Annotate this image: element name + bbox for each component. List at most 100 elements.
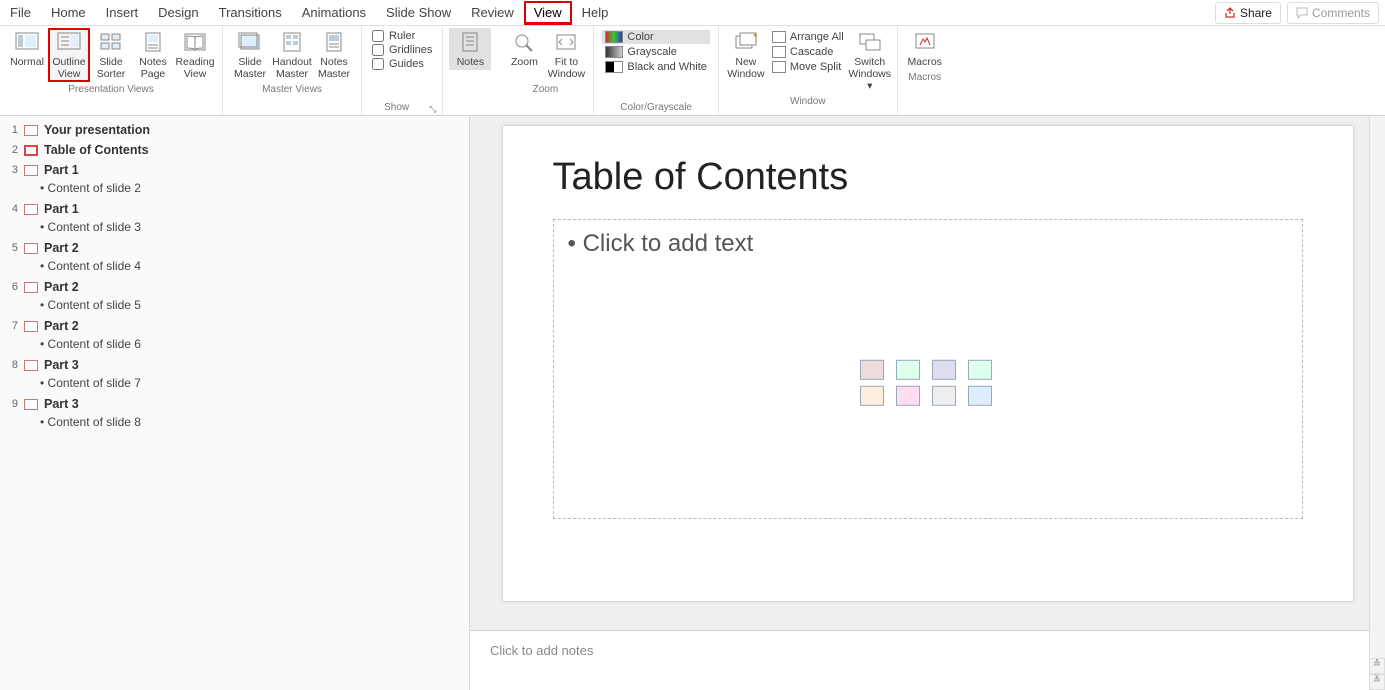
tab-home[interactable]: Home — [41, 1, 96, 24]
slide-sorter-button[interactable]: Slide Sorter — [90, 28, 132, 82]
outline-title: Your presentation — [44, 123, 150, 137]
share-label: Share — [1240, 6, 1272, 20]
zoom-button[interactable]: Zoom — [503, 28, 545, 70]
slide-canvas[interactable]: Table of Contents • Click to add text — [503, 126, 1353, 601]
comments-button[interactable]: Comments — [1287, 2, 1379, 24]
outline-title: Part 2 — [44, 241, 79, 255]
tab-transitions[interactable]: Transitions — [209, 1, 292, 24]
handout-master-button[interactable]: Handout Master — [271, 28, 313, 82]
next-slide-button[interactable]: ≚ — [1369, 674, 1385, 690]
outline-thumb-icon — [24, 321, 38, 332]
slide-title[interactable]: Table of Contents — [553, 156, 1303, 199]
outline-slide-8[interactable]: 8 Part 3 — [0, 355, 469, 375]
share-button[interactable]: Share — [1215, 2, 1281, 24]
notes-toggle-button[interactable]: Notes — [449, 28, 491, 70]
black-white-button[interactable]: Black and White — [602, 60, 709, 74]
insert-icon-icon[interactable] — [968, 386, 992, 406]
outline-bullet[interactable]: • Content of slide 8 — [0, 414, 469, 433]
grayscale-swatch-icon — [605, 46, 623, 58]
reading-view-button[interactable]: Reading View — [174, 28, 216, 82]
prev-slide-button[interactable]: ≙ — [1369, 658, 1385, 674]
insert-picture-icon[interactable] — [860, 386, 884, 406]
normal-view-icon — [13, 30, 41, 54]
color-button[interactable]: Color — [602, 30, 709, 44]
macros-button[interactable]: Macros — [904, 28, 946, 70]
tab-help[interactable]: Help — [572, 1, 619, 24]
normal-view-button[interactable]: Normal — [6, 28, 48, 70]
notes-page-icon — [139, 30, 167, 54]
outline-bullet[interactable]: • Content of slide 5 — [0, 297, 469, 316]
outline-bullet[interactable]: • Content of slide 2 — [0, 180, 469, 199]
insert-chart-icon[interactable] — [896, 360, 920, 380]
fit-to-window-button[interactable]: Fit to Window — [545, 28, 587, 82]
group-label-window: Window — [790, 94, 826, 109]
content-placeholder[interactable]: • Click to add text — [553, 219, 1303, 519]
insert-video-icon[interactable] — [932, 386, 956, 406]
tab-review[interactable]: Review — [461, 1, 524, 24]
slide-sorter-icon — [97, 30, 125, 54]
arrange-all-icon — [772, 31, 786, 43]
outline-thumb-icon — [24, 165, 38, 176]
tab-slideshow[interactable]: Slide Show — [376, 1, 461, 24]
notes-master-button[interactable]: Notes Master — [313, 28, 355, 82]
outline-slide-6[interactable]: 6 Part 2 — [0, 277, 469, 297]
outline-title: Part 2 — [44, 280, 79, 294]
tab-animations[interactable]: Animations — [292, 1, 376, 24]
color-swatch-icon — [605, 31, 623, 43]
ruler-checkbox[interactable]: Ruler — [372, 30, 432, 42]
tab-design[interactable]: Design — [148, 1, 208, 24]
outline-number: 7 — [6, 320, 18, 332]
tab-insert[interactable]: Insert — [96, 1, 149, 24]
cascade-button[interactable]: Cascade — [769, 45, 847, 59]
fit-window-icon — [552, 30, 580, 54]
outline-panel[interactable]: 1 Your presentation2 Table of Contents3 … — [0, 116, 470, 690]
switch-windows-button[interactable]: Switch Windows ▾ — [849, 28, 891, 94]
move-split-button[interactable]: Move Split — [769, 60, 847, 74]
outline-view-button[interactable]: Outline View — [48, 28, 90, 82]
comments-icon — [1296, 7, 1308, 19]
insert-smartart-icon[interactable] — [932, 360, 956, 380]
grayscale-button[interactable]: Grayscale — [602, 45, 709, 59]
notes-pane[interactable]: Click to add notes — [470, 630, 1369, 690]
outline-bullet[interactable]: • Content of slide 7 — [0, 375, 469, 394]
insert-online-picture-icon[interactable] — [896, 386, 920, 406]
outline-slide-3[interactable]: 3 Part 1 — [0, 160, 469, 180]
outline-thumb-icon — [24, 125, 38, 136]
slide-master-button[interactable]: Slide Master — [229, 28, 271, 82]
show-dialog-launcher[interactable]: ⤡ — [429, 104, 436, 115]
outline-number: 3 — [6, 164, 18, 176]
gridlines-checkbox[interactable]: Gridlines — [372, 44, 432, 56]
outline-title: Part 2 — [44, 319, 79, 333]
outline-bullet[interactable]: • Content of slide 3 — [0, 219, 469, 238]
notes-master-icon — [320, 30, 348, 54]
guides-checkbox[interactable]: Guides — [372, 58, 432, 70]
outline-slide-1[interactable]: 1 Your presentation — [0, 120, 469, 140]
group-label-master-views: Master Views — [262, 82, 322, 97]
insert-table-icon[interactable] — [860, 360, 884, 380]
outline-slide-5[interactable]: 5 Part 2 — [0, 238, 469, 258]
tab-file[interactable]: File — [0, 1, 41, 24]
outline-slide-2[interactable]: 2 Table of Contents — [0, 140, 469, 160]
notes-page-button[interactable]: Notes Page — [132, 28, 174, 82]
reading-view-icon — [181, 30, 209, 54]
outline-bullet[interactable]: • Content of slide 4 — [0, 258, 469, 277]
tab-view[interactable]: View — [524, 1, 572, 25]
new-window-icon: ✦ — [732, 30, 760, 54]
new-window-button[interactable]: ✦ New Window — [725, 28, 767, 82]
handout-master-icon — [278, 30, 306, 54]
outline-slide-9[interactable]: 9 Part 3 — [0, 394, 469, 414]
outline-number: 9 — [6, 398, 18, 410]
outline-title: Part 1 — [44, 202, 79, 216]
outline-thumb-icon — [24, 399, 38, 410]
arrange-all-button[interactable]: Arrange All — [769, 30, 847, 44]
content-icon-cluster — [860, 360, 996, 406]
outline-slide-7[interactable]: 7 Part 2 — [0, 316, 469, 336]
comments-label: Comments — [1312, 6, 1370, 20]
move-split-icon — [772, 61, 786, 73]
outline-slide-4[interactable]: 4 Part 1 — [0, 199, 469, 219]
outline-number: 2 — [6, 144, 18, 156]
insert-3d-icon[interactable] — [968, 360, 992, 380]
vertical-scrollbar[interactable]: ≙ ≚ — [1369, 116, 1385, 690]
outline-bullet[interactable]: • Content of slide 6 — [0, 336, 469, 355]
outline-thumb-icon — [24, 243, 38, 254]
